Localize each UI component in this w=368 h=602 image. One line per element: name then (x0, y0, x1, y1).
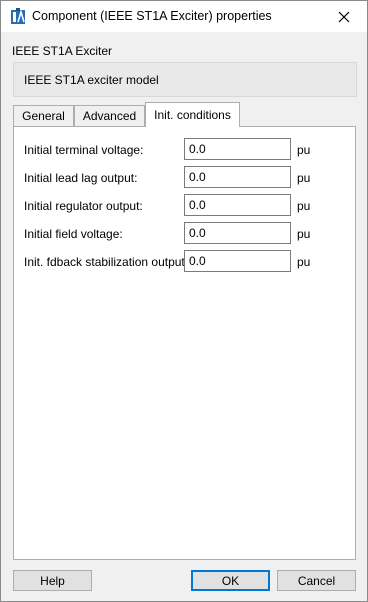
field-label: Initial terminal voltage: (24, 143, 144, 157)
properties-dialog: Component (IEEE ST1A Exciter) properties… (0, 0, 368, 602)
initial-regulator-output-input[interactable] (184, 194, 291, 216)
field-unit: pu (297, 143, 311, 157)
help-button[interactable]: Help (13, 570, 92, 591)
initial-lead-lag-output-input[interactable] (184, 166, 291, 188)
tab-init-conditions-label: Init. conditions (154, 108, 231, 122)
cancel-button[interactable]: Cancel (277, 570, 356, 591)
field-label: Initial lead lag output: (24, 171, 138, 185)
field-label: Init. fdback stabilization output: (24, 255, 189, 269)
tab-general[interactable]: General (13, 105, 74, 126)
field-unit: pu (297, 255, 311, 269)
component-description: IEEE ST1A exciter model (24, 73, 159, 87)
tab-advanced-label: Advanced (82, 109, 137, 123)
initial-terminal-voltage-input[interactable] (184, 138, 291, 160)
help-button-label: Help (40, 573, 65, 588)
ok-button-label: OK (221, 573, 240, 588)
component-description-box: IEEE ST1A exciter model (13, 62, 357, 97)
field-unit: pu (297, 171, 311, 185)
close-button[interactable] (321, 1, 367, 32)
cancel-button-label: Cancel (297, 573, 336, 588)
tab-general-label: General (22, 109, 65, 123)
close-icon (338, 11, 350, 22)
app-icon (10, 8, 26, 25)
tab-advanced[interactable]: Advanced (74, 105, 145, 126)
init-fdback-stabilization-output-input[interactable] (184, 250, 291, 272)
field-label: Initial regulator output: (24, 199, 143, 213)
field-unit: pu (297, 199, 311, 213)
title-bar[interactable]: Component (IEEE ST1A Exciter) properties (1, 1, 367, 32)
initial-field-voltage-input[interactable] (184, 222, 291, 244)
tab-init-conditions[interactable]: Init. conditions (145, 102, 240, 127)
component-type-label: IEEE ST1A Exciter (12, 44, 113, 58)
field-unit: pu (297, 227, 311, 241)
window-title: Component (IEEE ST1A Exciter) properties (32, 9, 272, 23)
ok-button[interactable]: OK (191, 570, 270, 591)
init-conditions-panel: Initial terminal voltage: pu Initial lea… (13, 126, 356, 560)
field-label: Initial field voltage: (24, 227, 123, 241)
